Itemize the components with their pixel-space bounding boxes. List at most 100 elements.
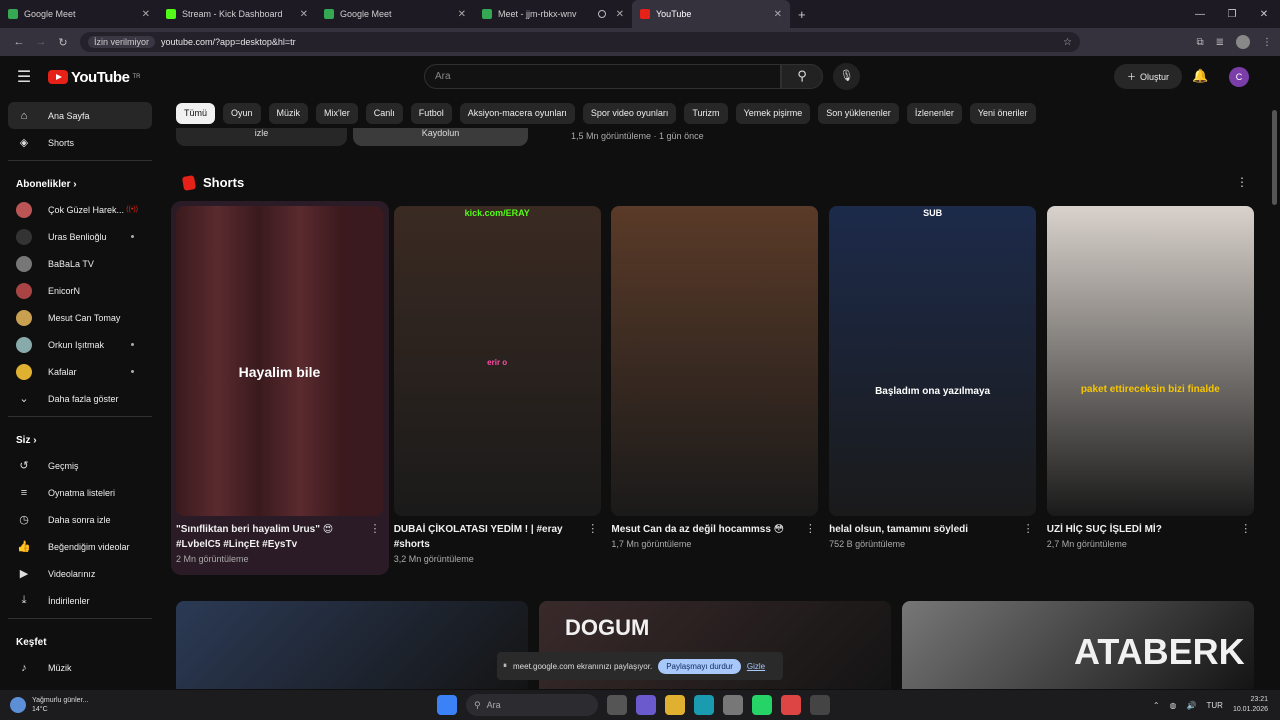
sidebar-item-music[interactable]: ♪ Müzik [8, 654, 152, 681]
back-icon[interactable]: ← [8, 36, 30, 48]
extensions-icon[interactable]: ⧉ [1196, 37, 1203, 48]
short-card[interactable]: Hayalim bile "Sınıfliktan beri hayalim Ur… [176, 206, 383, 564]
sidebar-item-channel[interactable]: BaBaLa TV [8, 250, 152, 277]
short-menu-icon[interactable]: ⋮ [585, 522, 601, 564]
video-thumbnail[interactable] [176, 601, 528, 689]
filter-chip[interactable]: Turizm [684, 103, 728, 124]
sidebar-item-download[interactable]: ⤓ İndirilenler [8, 587, 152, 614]
sidebar-item-channel[interactable]: Çok Güzel Harek... ((•)) [8, 196, 152, 223]
tray-chevron-icon[interactable]: ⌃ [1153, 701, 1160, 710]
whatsapp-icon[interactable] [752, 695, 772, 715]
watch-button[interactable]: izle [176, 128, 347, 146]
filter-chip[interactable]: Müzik [268, 103, 309, 124]
tab-close-icon[interactable]: ✕ [774, 9, 782, 20]
filter-chip[interactable]: Yemek pişirme [735, 103, 811, 124]
windows-start-icon[interactable] [437, 695, 457, 715]
app-icon[interactable] [810, 695, 830, 715]
filter-chip[interactable]: Aksiyon-macera oyunları [459, 103, 575, 124]
youtube-logo[interactable]: YouTube TR [48, 69, 140, 86]
browser-tab[interactable]: Meet - jjm-rbkx-wnv ✕ [474, 0, 632, 28]
filter-chip[interactable]: Spor video oyunları [582, 103, 677, 124]
sidebar-item-playlist[interactable]: ≡ Oynatma listeleri [8, 479, 152, 506]
store-icon[interactable] [723, 695, 743, 715]
url-text[interactable]: youtube.com/?app=desktop&hl=tr [161, 37, 296, 47]
short-thumbnail[interactable]: kick.com/ERAY erir o [393, 206, 601, 516]
omnibox[interactable]: İzin verilmiyor youtube.com/?app=desktop… [80, 32, 1080, 52]
browser-tab[interactable]: Google Meet ✕ [0, 0, 158, 28]
short-thumbnail[interactable]: paket ettireceksin bizi finalde [1046, 206, 1254, 516]
subscriptions-heading[interactable]: Abonelikler › [8, 165, 152, 196]
bookmark-star-icon[interactable]: ☆ [1063, 37, 1072, 48]
stop-sharing-button[interactable]: Paylaşmayı durdur [658, 658, 741, 674]
filter-chip[interactable]: Mix'ler [316, 103, 358, 124]
sidebar-item-channel[interactable]: Uras Benlioğlu [8, 223, 152, 250]
permission-chip[interactable]: İzin verilmiyor [88, 36, 156, 48]
video-thumbnail[interactable]: ATABERK [902, 601, 1254, 689]
tab-close-icon[interactable]: ✕ [300, 9, 308, 20]
filter-chip[interactable]: Yeni öneriler [969, 103, 1036, 124]
signup-button[interactable]: Kaydolun [353, 128, 528, 146]
filter-chip[interactable]: Canlı [365, 103, 403, 124]
filter-chip[interactable]: Son yüklenenler [818, 103, 899, 124]
short-title[interactable]: helal olsun, tamamını söyledi [829, 522, 1020, 537]
forward-icon[interactable]: → [30, 36, 52, 48]
sidebar-item-home[interactable]: ⌂ Ana Sayfa [8, 102, 152, 129]
sidebar-item-channel[interactable]: Mesut Can Tomay [8, 304, 152, 331]
sidebar-item-video[interactable]: ▶ Videolarınız [8, 560, 152, 587]
volume-icon[interactable]: 🔊 [1187, 701, 1197, 710]
sidebar-item-shorts[interactable]: ◈ Shorts [8, 129, 152, 156]
filter-chip[interactable]: İzlenenler [906, 103, 962, 124]
short-card[interactable]: paket ettireceksin bizi finalde UZİ HİÇ S… [1046, 206, 1254, 549]
copilot-icon[interactable] [636, 695, 656, 715]
short-title[interactable]: Mesut Can da az değil hocammss 😳 [611, 522, 802, 537]
language-indicator[interactable]: TUR [1207, 701, 1223, 710]
short-title[interactable]: UZİ HİÇ SUÇ İŞLEDİ Mİ? [1047, 522, 1238, 537]
create-button[interactable]: ＋ Oluştur [1114, 64, 1182, 89]
short-menu-icon[interactable]: ⋮ [367, 522, 383, 564]
sidebar-item-channel[interactable]: Kafalar [8, 358, 152, 385]
short-card[interactable]: Mesut Can da az değil hocammss 😳 1,7 Mn g… [611, 206, 819, 549]
search-button[interactable]: ⚲ [781, 64, 823, 89]
menu-kebab-icon[interactable]: ⋮ [1262, 37, 1272, 48]
restore-icon[interactable]: ❐ [1216, 9, 1248, 20]
voice-search-button[interactable]: 🎙 [833, 63, 860, 90]
filter-chip[interactable]: Oyun [223, 103, 261, 124]
short-title[interactable]: "Sınıfliktan beri hayalim Urus" 😍 #Lvbel… [176, 522, 367, 552]
short-thumbnail[interactable]: SUB Başladım ona yazılmaya [829, 206, 1037, 516]
short-title[interactable]: DUBAİ ÇİKOLATASI YEDİM ! | #eray #shorts [394, 522, 585, 552]
short-thumbnail[interactable] [611, 206, 819, 516]
short-menu-icon[interactable]: ⋮ [802, 522, 818, 549]
hide-banner-link[interactable]: Gizle [747, 662, 765, 671]
tab-close-icon[interactable]: ✕ [142, 9, 150, 20]
browser-tab[interactable]: YouTube ✕ [632, 0, 790, 28]
sidebar-item-clock[interactable]: ◷ Daha sonra izle [8, 506, 152, 533]
short-menu-icon[interactable]: ⋮ [1238, 522, 1254, 549]
clock[interactable]: 23:21 10.01.2026 [1233, 695, 1268, 715]
sidebar-item-channel[interactable]: Orkun Işıtmak [8, 331, 152, 358]
notifications-bell-icon[interactable]: 🔔 [1192, 68, 1208, 84]
taskbar-search[interactable]: ⚲ Ara [466, 694, 598, 716]
hamburger-menu-icon[interactable]: ☰ [0, 67, 48, 87]
page-scrollbar[interactable] [1270, 98, 1278, 690]
sidebar-item-thumbs-up[interactable]: 👍 Beğendiğim videolar [8, 533, 152, 560]
tab-close-icon[interactable]: ✕ [458, 9, 466, 20]
filter-chip[interactable]: Tümü [176, 103, 216, 124]
weather-widget[interactable]: Yağmurlu günler... 14°C [0, 696, 200, 714]
short-thumbnail[interactable]: Hayalim bile [176, 206, 383, 516]
short-card[interactable]: kick.com/ERAY erir o DUBAİ ÇİKOLATASI YEDİ… [393, 206, 601, 564]
scrollbar-thumb[interactable] [1272, 110, 1277, 205]
media-icon[interactable]: ≣ [1216, 37, 1224, 48]
search-input[interactable]: Ara [424, 64, 781, 89]
new-tab-button[interactable]: + [798, 7, 806, 22]
short-menu-icon[interactable]: ⋮ [1020, 522, 1036, 549]
chrome-icon[interactable] [781, 695, 801, 715]
filter-chip[interactable]: Futbol [410, 103, 452, 124]
tab-close-icon[interactable]: ✕ [616, 9, 624, 20]
network-icon[interactable]: ◍ [1170, 701, 1177, 710]
close-window-icon[interactable]: ✕ [1248, 9, 1280, 20]
reload-icon[interactable]: ↻ [52, 36, 74, 49]
sidebar-item-history[interactable]: ↺ Geçmiş [8, 452, 152, 479]
minimize-icon[interactable]: — [1184, 9, 1216, 20]
profile-icon[interactable] [1236, 35, 1250, 49]
browser-tab[interactable]: Google Meet ✕ [316, 0, 474, 28]
